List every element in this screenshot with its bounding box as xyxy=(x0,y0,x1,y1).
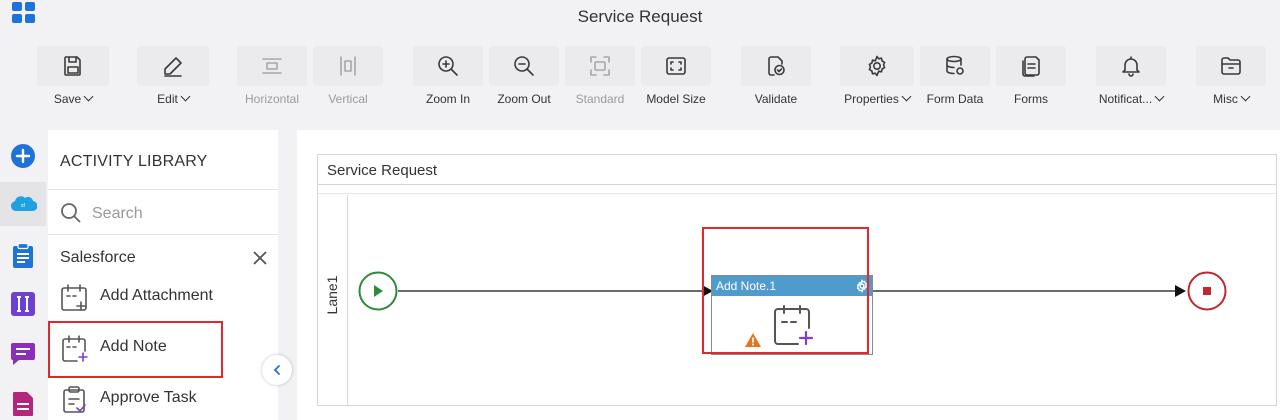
chevron-down-icon xyxy=(83,91,94,102)
edit-label: Edit xyxy=(157,92,178,106)
form-data-label: Form Data xyxy=(926,92,984,106)
vertical-label: Vertical xyxy=(328,92,368,106)
zoom-in-icon xyxy=(413,46,483,86)
edit-button[interactable]: Edit xyxy=(137,46,209,108)
misc-label: Misc xyxy=(1213,92,1238,106)
folder-icon xyxy=(1196,46,1266,86)
clipboard-icon xyxy=(13,243,33,268)
notifications-label: Notificat... xyxy=(1098,92,1153,106)
search-placeholder: Search xyxy=(92,205,143,222)
library-item-add-attachment[interactable]: Add Attachment xyxy=(48,273,278,319)
rail-chat-button[interactable] xyxy=(0,332,46,376)
arrowhead-2 xyxy=(1175,285,1186,297)
highlight-box xyxy=(48,321,223,378)
rail-document-button[interactable] xyxy=(0,382,46,420)
misc-button[interactable]: Misc xyxy=(1196,46,1266,108)
gear-icon xyxy=(840,46,914,86)
library-item-approve-task[interactable]: Approve Task xyxy=(48,375,278,420)
rail-clipboard-button[interactable] xyxy=(0,234,46,278)
vertical-button[interactable]: Vertical xyxy=(313,46,383,108)
add-circle-icon xyxy=(11,144,35,168)
form-data-button[interactable]: Form Data xyxy=(920,46,990,108)
zoom-out-button[interactable]: Zoom Out xyxy=(489,46,559,108)
add-attachment-icon xyxy=(61,284,87,311)
validate-label: Validate xyxy=(754,92,798,106)
zoom-out-label: Zoom Out xyxy=(497,92,551,106)
chevron-down-icon xyxy=(1240,91,1251,102)
activity-library-title: ACTIVITY LIBRARY xyxy=(60,153,208,170)
horizontal-button[interactable]: Horizontal xyxy=(237,46,307,108)
library-item-label: Approve Task xyxy=(100,389,197,406)
standard-label: Standard xyxy=(575,92,625,106)
left-rail: sf xyxy=(0,130,46,420)
start-event[interactable] xyxy=(358,271,398,311)
properties-label: Properties xyxy=(844,92,899,106)
toolbar: Save Edit Horizontal Vertical Zoom In Zo… xyxy=(0,36,1280,114)
validate-button[interactable]: Validate xyxy=(741,46,811,108)
chat-icon xyxy=(11,343,35,365)
validate-icon xyxy=(741,46,811,86)
model-size-label: Model Size xyxy=(646,92,706,106)
library-section-title: Salesforce xyxy=(60,249,136,266)
standard-button[interactable]: Standard xyxy=(565,46,635,108)
document-icon xyxy=(13,392,33,416)
collapse-panel-button[interactable] xyxy=(262,355,292,385)
search-input[interactable]: Search xyxy=(48,189,278,235)
forms-label: Forms xyxy=(1014,92,1048,106)
chevron-down-icon xyxy=(1154,91,1165,102)
vertical-align-icon xyxy=(313,46,383,86)
zoom-in-button[interactable]: Zoom In xyxy=(413,46,483,108)
chevron-left-icon xyxy=(273,365,280,375)
save-label: Save xyxy=(53,92,82,106)
chevron-down-icon xyxy=(180,91,191,102)
end-event[interactable] xyxy=(1187,271,1227,311)
library-item-label: Add Attachment xyxy=(100,287,213,304)
approve-task-icon xyxy=(63,386,86,413)
horizontal-label: Horizontal xyxy=(244,92,300,106)
zoom-out-icon xyxy=(489,46,559,86)
zoom-in-label: Zoom In xyxy=(425,92,470,106)
chevron-down-icon xyxy=(901,91,912,102)
rail-add-button[interactable] xyxy=(0,134,46,178)
title-bar: Service Request xyxy=(0,0,1280,34)
model-size-icon xyxy=(641,46,711,86)
bell-icon xyxy=(1096,46,1166,86)
page-title: Service Request xyxy=(577,7,703,26)
svg-text:sf: sf xyxy=(21,203,26,209)
search-icon xyxy=(61,203,81,223)
bracket-icon xyxy=(11,292,35,316)
save-button[interactable]: Save xyxy=(37,46,109,108)
pencil-icon xyxy=(137,46,209,86)
process-canvas[interactable]: Service Request Lane1 Add Note.1 xyxy=(297,130,1280,420)
horizontal-align-icon xyxy=(237,46,307,86)
forms-button[interactable]: Forms xyxy=(996,46,1066,108)
task-highlight-box xyxy=(702,227,869,354)
save-icon xyxy=(37,46,109,86)
salesforce-icon: sf xyxy=(11,196,37,212)
notifications-button[interactable]: Notificat... xyxy=(1096,46,1166,108)
rail-bracket-button[interactable] xyxy=(0,282,46,326)
standard-view-icon xyxy=(565,46,635,86)
database-icon xyxy=(920,46,990,86)
rail-salesforce-button[interactable]: sf xyxy=(0,182,46,226)
model-size-button[interactable]: Model Size xyxy=(641,46,711,108)
close-icon[interactable] xyxy=(252,250,268,266)
properties-button[interactable]: Properties xyxy=(840,46,914,108)
activity-library-panel: ACTIVITY LIBRARY Search Salesforce Add A… xyxy=(48,130,278,420)
forms-icon xyxy=(996,46,1066,86)
